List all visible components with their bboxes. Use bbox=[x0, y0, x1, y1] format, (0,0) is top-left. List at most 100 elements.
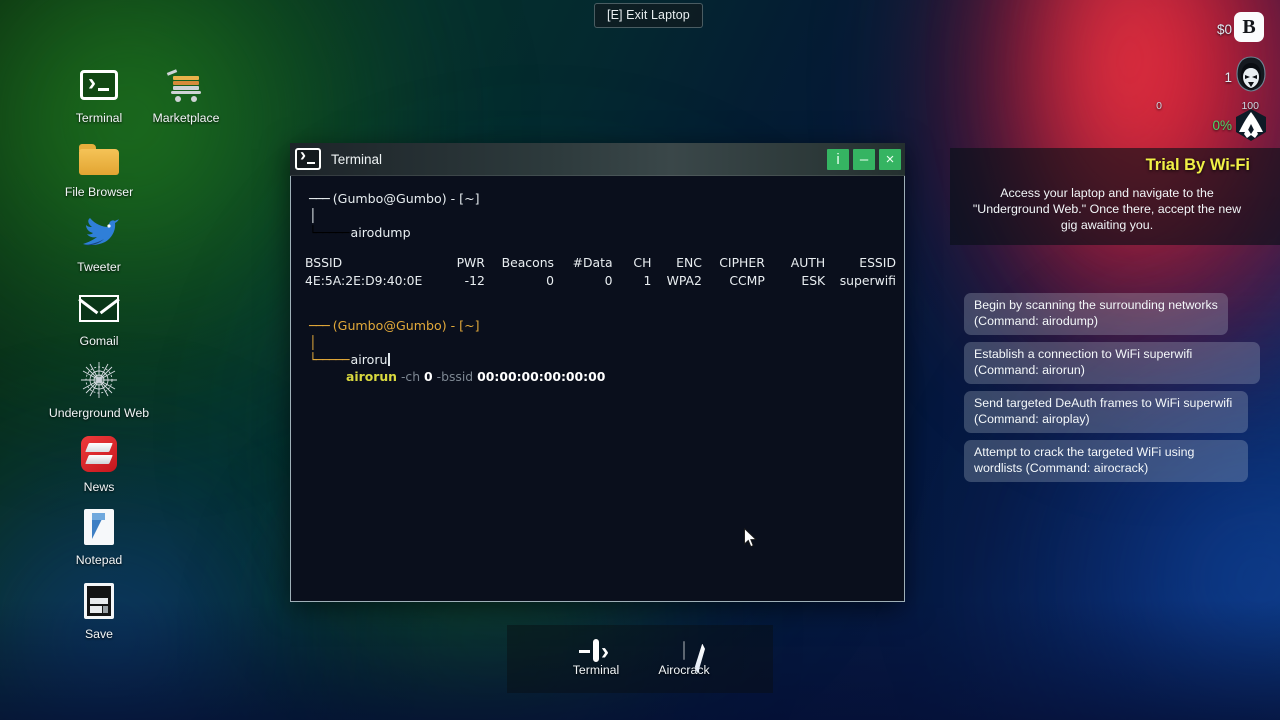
objective-description: Access your laptop and navigate to the "… bbox=[972, 186, 1242, 232]
prompt-line: ─── (Gumbo@Gumbo) - [~] bbox=[309, 191, 480, 206]
desktop-icon-notepad[interactable]: Notepad bbox=[44, 505, 154, 567]
desktop-icon-label: Gomail bbox=[79, 334, 119, 348]
notepad-icon bbox=[77, 505, 121, 549]
window-info-button[interactable]: i bbox=[827, 148, 849, 170]
cell-bssid: 4E:5A:2E:D9:40:0E bbox=[305, 273, 423, 288]
terminal-icon bbox=[77, 63, 121, 107]
terminal-window: Terminal i – × ─── (Gumbo@Gumbo) - [~] │… bbox=[290, 143, 905, 602]
desktop-icon-label: Underground Web bbox=[48, 406, 150, 420]
command-suggestion[interactable]: airorun -ch 0 -bssid 00:00:00:00:00:00 bbox=[346, 369, 896, 385]
window-title: Terminal bbox=[331, 151, 383, 167]
desktop-icon-save[interactable]: Save bbox=[44, 579, 154, 641]
desktop-icon-label: Terminal bbox=[75, 111, 123, 125]
cell-beacons: 0 bbox=[546, 273, 555, 288]
floppy-disk-icon bbox=[77, 579, 121, 623]
objective-task-list: Begin by scanning the surrounding networ… bbox=[950, 293, 1280, 482]
cell-pwr: -12 bbox=[464, 273, 485, 288]
prompt-user-host: (Gumbo@Gumbo) - [~] bbox=[332, 318, 480, 333]
suggestion-flag-ch: -ch bbox=[400, 369, 421, 384]
objective-panel: Trial By Wi-Fi Access your laptop and na… bbox=[950, 148, 1280, 489]
terminal-icon bbox=[593, 638, 599, 662]
window-close-button[interactable]: × bbox=[879, 148, 901, 170]
bitcoin-badge-icon: B bbox=[1234, 12, 1266, 44]
table-row: 4E:5A:2E:D9:40:0E -12 0 0 1 WPA2 CCMP ES… bbox=[305, 273, 896, 291]
taskbar-item-label: Terminal bbox=[572, 662, 620, 677]
desktop-icon-underground-web[interactable]: Underground Web bbox=[44, 358, 154, 420]
col-header-essid: ESSID bbox=[859, 255, 896, 270]
desktop-icon-gomail[interactable]: Gomail bbox=[44, 286, 154, 348]
taskbar-item-label: Airocrack bbox=[658, 662, 710, 677]
hud-money-row: $0 B bbox=[1120, 12, 1280, 60]
col-header-enc: ENC bbox=[676, 255, 702, 270]
cell-ch: 1 bbox=[643, 273, 652, 288]
mouse-cursor bbox=[744, 528, 757, 548]
desktop-icon-file-browser[interactable]: File Browser bbox=[44, 137, 154, 199]
task-item[interactable]: Attempt to crack the targeted WiFi using… bbox=[964, 440, 1248, 482]
col-header-data: #Data bbox=[572, 255, 613, 270]
folder-icon bbox=[77, 137, 121, 181]
suggestion-flag-bssid: -bssid bbox=[436, 369, 474, 384]
prompt-connector: │ bbox=[309, 208, 317, 223]
history-command-line: └───── airodump bbox=[309, 225, 411, 240]
taskbar-item-terminal[interactable]: Terminal bbox=[563, 638, 629, 677]
task-item[interactable]: Establish a connection to WiFi superwifi… bbox=[964, 342, 1260, 384]
desktop-icon-marketplace[interactable]: Marketplace bbox=[131, 63, 241, 125]
prompt-user-host: (Gumbo@Gumbo) - [~] bbox=[332, 191, 480, 206]
desktop-icon-label: File Browser bbox=[64, 185, 134, 199]
terminal-body[interactable]: ─── (Gumbo@Gumbo) - [~] │ └───── airodump… bbox=[290, 176, 905, 602]
desktop-icon-news[interactable]: News bbox=[44, 432, 154, 494]
suggestion-value-bssid: 00:00:00:00:00:00 bbox=[477, 369, 606, 384]
onion-network-icon bbox=[77, 358, 121, 402]
cell-auth: ESK bbox=[801, 273, 826, 288]
money-value: $0 bbox=[1216, 22, 1232, 37]
history-command: airodump bbox=[350, 225, 411, 240]
hud-progress-row: 0% bbox=[1120, 108, 1280, 156]
hud-level-row: 1 0 100 bbox=[1120, 56, 1280, 112]
desktop-icon-label: Save bbox=[84, 627, 114, 641]
terminal-active-prompt[interactable]: ─── (Gumbo@Gumbo) - [~] │ └───── airoru a… bbox=[299, 317, 896, 385]
shopping-cart-icon bbox=[164, 63, 208, 107]
command-input[interactable]: airoru bbox=[349, 352, 388, 367]
text-caret bbox=[388, 353, 390, 366]
hud-panel: $0 B 1 0 100 0% bbox=[1120, 0, 1280, 156]
window-minimize-button[interactable]: – bbox=[853, 148, 875, 170]
bird-icon bbox=[77, 212, 121, 256]
hooded-hacker-icon bbox=[1234, 56, 1266, 92]
taskbar-item-airocrack[interactable]: Airocrack bbox=[651, 640, 717, 677]
terminal-titlebar[interactable]: Terminal i – × bbox=[290, 143, 905, 176]
envelope-icon bbox=[77, 286, 121, 330]
level-value: 1 bbox=[1224, 70, 1232, 85]
emblem-icon bbox=[1234, 108, 1266, 141]
objective-title: Trial By Wi-Fi bbox=[1145, 156, 1250, 174]
terminal-icon bbox=[295, 145, 321, 170]
task-item[interactable]: Send targeted DeAuth frames to WiFi supe… bbox=[964, 391, 1248, 433]
table-header-row: BSSID PWR Beacons #Data CH ENC CIPHER AU… bbox=[305, 255, 896, 273]
suggestion-value-ch: 0 bbox=[424, 369, 433, 384]
terminal-history-entry: ─── (Gumbo@Gumbo) - [~] │ └───── airodump bbox=[299, 190, 896, 241]
desktop-icon-label: Tweeter bbox=[77, 260, 121, 274]
col-header-bssid: BSSID bbox=[305, 255, 343, 270]
col-header-auth: AUTH bbox=[790, 255, 826, 270]
airocrack-icon bbox=[683, 640, 685, 660]
airodump-results-table: BSSID PWR Beacons #Data CH ENC CIPHER AU… bbox=[305, 255, 896, 291]
desktop-icon-tweeter[interactable]: Tweeter bbox=[44, 212, 154, 274]
desktop-icon-label: Notepad bbox=[75, 553, 123, 567]
cell-cipher: CCMP bbox=[729, 273, 765, 288]
exit-laptop-button[interactable]: [E] Exit Laptop bbox=[594, 3, 703, 28]
cell-essid: superwifi bbox=[839, 273, 896, 288]
suggestion-command: airorun bbox=[346, 369, 397, 384]
taskbar: Terminal Airocrack bbox=[507, 625, 773, 693]
cell-data: 0 bbox=[604, 273, 613, 288]
prompt-line: ─── (Gumbo@Gumbo) - [~] bbox=[309, 318, 480, 333]
col-header-cipher: CIPHER bbox=[719, 255, 765, 270]
prompt-connector: │ bbox=[309, 335, 317, 350]
command-input-line[interactable]: └───── airoru bbox=[309, 351, 896, 368]
task-item[interactable]: Begin by scanning the surrounding networ… bbox=[964, 293, 1228, 335]
cell-enc: WPA2 bbox=[666, 273, 702, 288]
news-icon bbox=[77, 432, 121, 476]
progress-value: 0% bbox=[1212, 118, 1232, 133]
desktop-icon-label: Marketplace bbox=[152, 111, 220, 125]
col-header-beacons: Beacons bbox=[501, 255, 555, 270]
col-header-ch: CH bbox=[633, 255, 652, 270]
objective-header: Trial By Wi-Fi Access your laptop and na… bbox=[950, 148, 1280, 245]
